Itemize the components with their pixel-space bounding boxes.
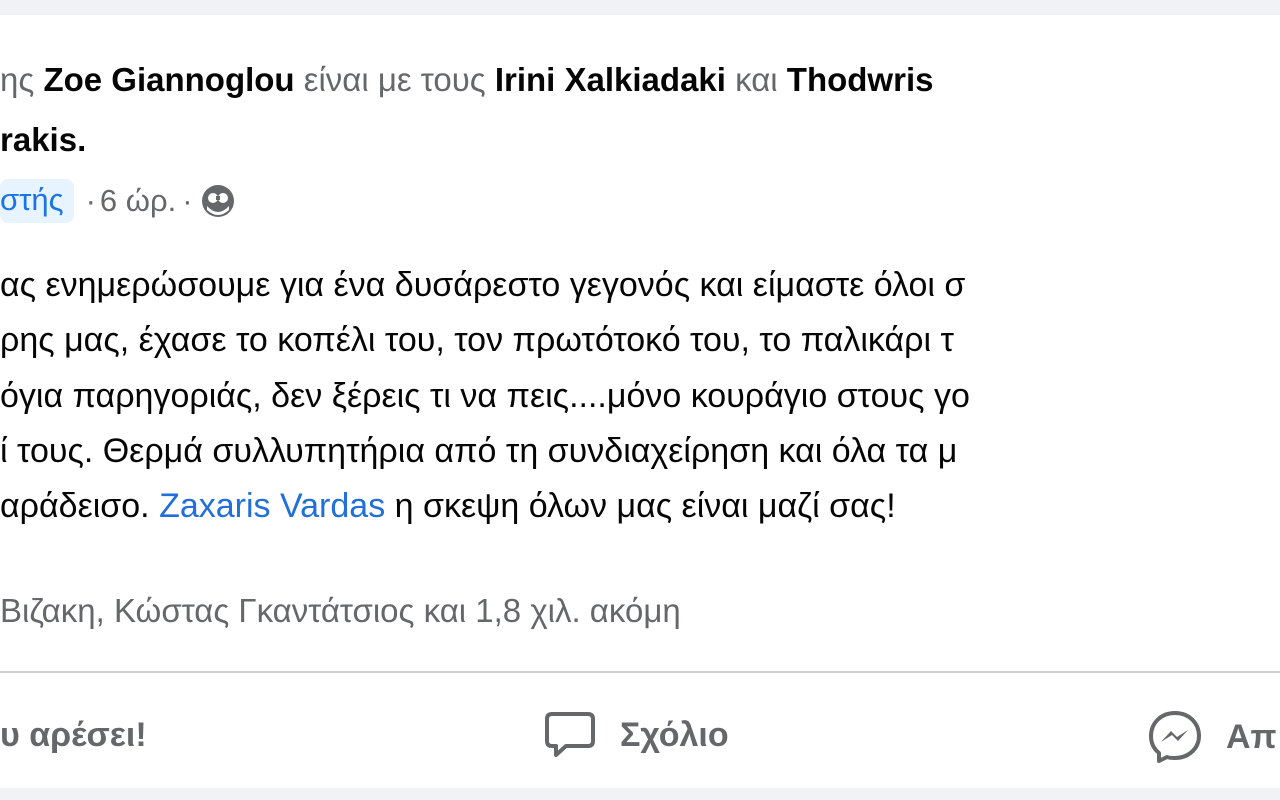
- comment-button[interactable]: Σχόλιο: [544, 710, 729, 760]
- post-card: ης Zoe Giannoglou είναι με τους Irini Xa…: [0, 15, 1280, 788]
- meta-separator: ·: [85, 183, 96, 218]
- header-period: .: [77, 121, 87, 158]
- tagged-user-1[interactable]: Irini Xalkiadaki: [495, 61, 726, 98]
- divider: [0, 671, 1280, 673]
- comment-label: Σχόλιο: [620, 716, 729, 754]
- post-body-line-1: ας ενημερώσουμε για ένα δυσάρεστο γεγονό…: [0, 266, 966, 304]
- body-text-fragment: η σκεψη όλων μας είναι μαζί σας!: [385, 487, 896, 525]
- mention-link[interactable]: Zaxaris Vardas: [159, 487, 385, 525]
- post-body-line-5: αράδεισο. Zaxaris Vardas η σκεψη όλων μα…: [0, 484, 896, 528]
- comment-icon: [544, 710, 596, 760]
- post-meta: στής · 6 ώρ. ·: [0, 179, 235, 223]
- like-label: υ αρέσει!: [0, 716, 147, 754]
- meta-separator-2: ·: [182, 183, 193, 218]
- body-text-fragment: αράδεισο.: [0, 487, 160, 525]
- tagged-user-2-cont[interactable]: rakis: [0, 121, 77, 158]
- post-body-line-4: ί τους. Θερμά συλλυπητήρια από τη συνδια…: [0, 432, 958, 470]
- post-header: ης Zoe Giannoglou είναι με τους Irini Xa…: [0, 60, 933, 100]
- post-time[interactable]: 6 ώρ.: [100, 182, 176, 220]
- role-badge[interactable]: στής: [0, 179, 74, 223]
- send-button[interactable]: Απ: [1146, 708, 1277, 766]
- like-button[interactable]: υ αρέσει!: [0, 715, 147, 755]
- post-header-line2: rakis.: [0, 120, 86, 160]
- author-link[interactable]: Zoe Giannoglou: [43, 61, 294, 98]
- post-body-line-3: όγια παρηγοριάς, δεν ξέρεις τι να πεις..…: [0, 377, 970, 415]
- send-label: Απ: [1226, 718, 1277, 756]
- reactions-summary[interactable]: Βιζακη, Κώστας Γκαντάτσιος και 1,8 χιλ. …: [0, 591, 681, 631]
- messenger-icon: [1146, 708, 1204, 766]
- tagged-user-2[interactable]: Thodwris: [787, 61, 934, 98]
- and-text: και: [725, 61, 787, 98]
- post-body-line-2: ρης μας, έχασε το κοπέλι του, τον πρωτότ…: [0, 321, 954, 359]
- globe-icon[interactable]: [201, 184, 235, 218]
- header-prefix: ης: [0, 61, 44, 98]
- with-text: είναι με τους: [294, 61, 495, 98]
